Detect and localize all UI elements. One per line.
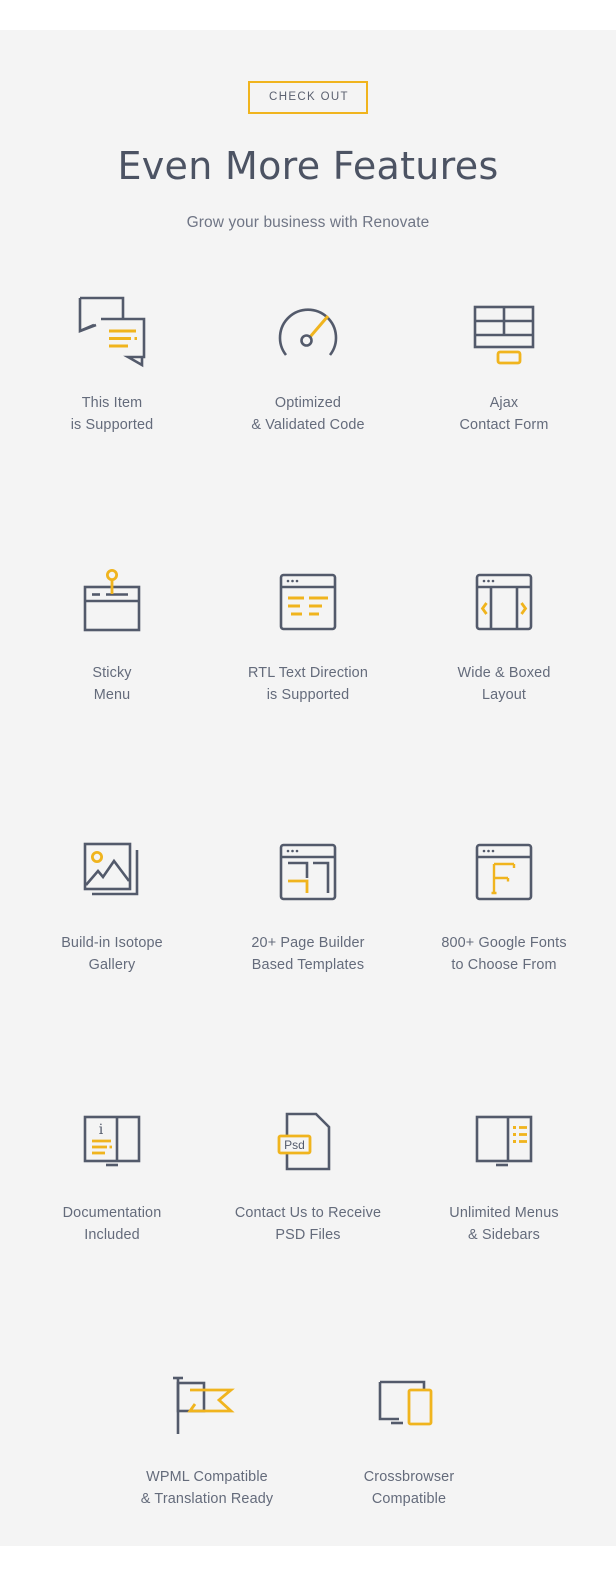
feature-label: Unlimited Menus & Sidebars [449, 1205, 559, 1244]
feature-item-wpml-compatible[interactable]: WPML Compatible & Translation Ready [106, 1354, 308, 1510]
feature-item-documentation[interactable]: i Documentation Included [14, 1090, 210, 1246]
menus-sidebars-icon [406, 1094, 602, 1190]
page-builder-icon [210, 824, 406, 920]
contact-form-icon [406, 284, 602, 380]
bottom-white-strip [0, 1546, 616, 1584]
top-white-strip [0, 0, 616, 30]
image-gallery-icon [14, 824, 210, 920]
feature-item-wide-boxed-layout[interactable]: Wide & Boxed Layout [406, 550, 602, 706]
row-spacer [14, 706, 602, 820]
feature-row: WPML Compatible & Translation Ready Cros… [14, 1354, 602, 1510]
chat-bubbles-icon [14, 284, 210, 380]
pin-window-icon [14, 554, 210, 650]
feature-item-page-builder[interactable]: 20+ Page Builder Based Templates [210, 820, 406, 976]
page-title: Even More Features [117, 143, 499, 188]
even-more-features-section: CHECK OUT Even More Features Grow your b… [0, 30, 616, 1547]
features-page: CHECK OUT Even More Features Grow your b… [0, 0, 616, 1584]
documentation-book-icon: i [14, 1094, 210, 1190]
check-out-badge[interactable]: CHECK OUT [248, 81, 368, 114]
feature-item-unlimited-menus[interactable]: Unlimited Menus & Sidebars [406, 1090, 602, 1246]
feature-item-optimized-code[interactable]: Optimized & Validated Code [210, 280, 406, 436]
feature-label: Documentation Included [62, 1205, 162, 1244]
feature-item-psd-files[interactable]: Psd Contact Us to Receive PSD Files [210, 1090, 406, 1246]
psd-glyph: Psd [284, 1138, 305, 1152]
feature-label: Optimized & Validated Code [251, 395, 365, 434]
feature-item-google-fonts[interactable]: 800+ Google Fonts to Choose From [406, 820, 602, 976]
feature-item-ajax-contact-form[interactable]: Ajax Contact Form [406, 280, 602, 436]
info-glyph: i [99, 1122, 104, 1138]
wide-boxed-layout-icon [406, 554, 602, 650]
feature-label: Sticky Menu [92, 665, 132, 704]
feature-grid: This Item is Supported Optimized & Valid… [0, 280, 616, 1510]
font-letter-icon [406, 824, 602, 920]
feature-label: Build-in Isotope Gallery [61, 935, 163, 974]
feature-item-isotope-gallery[interactable]: Build-in Isotope Gallery [14, 820, 210, 976]
feature-label: RTL Text Direction is Supported [247, 665, 368, 704]
row-spacer [14, 1246, 602, 1354]
feature-row: Sticky Menu RTL Text Direction is Suppor… [14, 550, 602, 706]
rtl-text-window-icon [210, 554, 406, 650]
flags-icon [106, 1358, 308, 1454]
feature-item-sticky-menu[interactable]: Sticky Menu [14, 550, 210, 706]
devices-icon [308, 1358, 510, 1454]
row-spacer [14, 436, 602, 550]
section-header: CHECK OUT Even More Features Grow your b… [0, 30, 616, 232]
feature-row: i Documentation Included Psd Contact Us … [14, 1090, 602, 1246]
feature-label: Ajax Contact Form [459, 395, 549, 434]
feature-label: Wide & Boxed Layout [457, 665, 551, 704]
feature-label: Contact Us to Receive PSD Files [234, 1205, 382, 1244]
feature-row: Build-in Isotope Gallery 20+ Page Builde… [14, 820, 602, 976]
feature-item-crossbrowser[interactable]: Crossbrowser Compatible [308, 1354, 510, 1510]
badge-container: CHECK OUT [0, 81, 616, 114]
feature-label: WPML Compatible & Translation Ready [140, 1469, 274, 1508]
section-subtitle: Grow your business with Renovate [186, 214, 430, 232]
feature-label: This Item is Supported [70, 395, 154, 434]
psd-file-icon: Psd [210, 1094, 406, 1190]
feature-row: This Item is Supported Optimized & Valid… [14, 280, 602, 436]
speedometer-icon [210, 284, 406, 380]
feature-label: Crossbrowser Compatible [363, 1469, 455, 1508]
feature-item-this-item-supported[interactable]: This Item is Supported [14, 280, 210, 436]
feature-item-rtl-text-direction[interactable]: RTL Text Direction is Supported [210, 550, 406, 706]
feature-label: 20+ Page Builder Based Templates [251, 935, 365, 974]
feature-label: 800+ Google Fonts to Choose From [441, 935, 567, 974]
row-spacer [14, 976, 602, 1090]
